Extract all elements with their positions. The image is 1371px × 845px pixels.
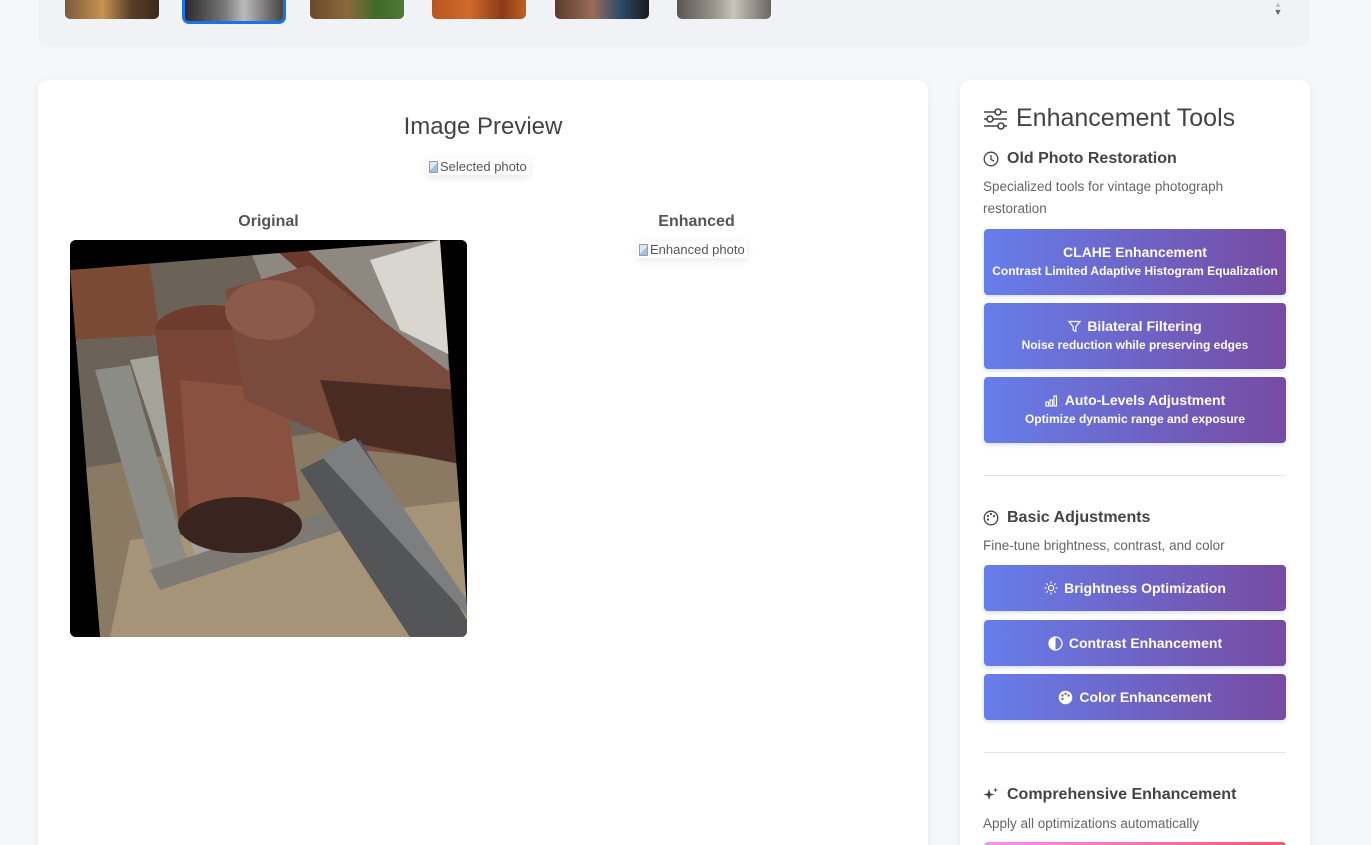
- thumbnail-4[interactable]: [432, 0, 526, 19]
- broken-image-icon: [429, 160, 438, 173]
- funnel-icon: [1068, 320, 1082, 333]
- contrast-label: Contrast Enhancement: [1068, 635, 1223, 651]
- bilateral-sub: Noise reduction while preserving edges: [1021, 338, 1249, 352]
- bar-chart-icon: [1045, 394, 1059, 407]
- section-restoration-description: Specialized tools for vintage photograph…: [983, 179, 1224, 216]
- thumbnail-strip: ▴ ▼: [38, 0, 1309, 47]
- section-comprehensive-heading: Comprehensive Enhancement: [983, 786, 1236, 804]
- section-basic-description: Fine-tune brightness, contrast, and colo…: [983, 538, 1225, 553]
- contrast-icon: [1048, 635, 1063, 651]
- thumbnail-2-selected[interactable]: [182, 0, 286, 24]
- section-basic-title: Basic Adjustments: [1007, 509, 1151, 526]
- clahe-label: CLAHE Enhancement: [1063, 244, 1207, 260]
- enhancement-tools-panel: Enhancement Tools Old Photo Restoration …: [960, 80, 1310, 845]
- section-basic-heading: Basic Adjustments: [983, 509, 1150, 527]
- enhanced-photo: Enhanced photo: [637, 241, 747, 258]
- clahe-enhancement-button[interactable]: CLAHE Enhancement Contrast Limited Adapt…: [984, 229, 1286, 295]
- section-comprehensive-title: Comprehensive Enhancement: [1007, 786, 1237, 803]
- original-photo: [70, 240, 467, 637]
- thumbnail-1[interactable]: [65, 0, 159, 19]
- section-comprehensive-description: Apply all optimizations automatically: [983, 816, 1200, 831]
- selected-photo-alt: Selected photo: [440, 159, 527, 174]
- thumbnail-3[interactable]: [310, 0, 404, 19]
- enhanced-photo-alt: Enhanced photo: [650, 242, 745, 257]
- sun-icon: [1044, 581, 1058, 595]
- bilateral-filtering-button[interactable]: Bilateral Filtering Noise reduction whil…: [984, 303, 1286, 369]
- tools-title-text: Enhancement Tools: [1016, 104, 1236, 132]
- palette-fill-icon: [1058, 690, 1073, 705]
- thumbnail-6[interactable]: [677, 0, 771, 19]
- auto-levels-label: Auto-Levels Adjustment: [1064, 392, 1226, 408]
- broken-image-icon: [639, 243, 648, 256]
- thumbnail-5[interactable]: [555, 0, 649, 19]
- section-restoration-heading: Old Photo Restoration: [983, 150, 1177, 168]
- color-label: Color Enhancement: [1079, 689, 1212, 705]
- section-restoration-title: Old Photo Restoration: [1007, 150, 1177, 167]
- brightness-optimization-button[interactable]: Brightness Optimization: [984, 565, 1286, 611]
- original-label: Original: [238, 213, 299, 230]
- tools-title: Enhancement Tools: [983, 104, 1235, 133]
- divider: [984, 752, 1286, 753]
- sparkles-icon: [983, 787, 999, 803]
- contrast-enhancement-button[interactable]: Contrast Enhancement: [984, 620, 1286, 666]
- sliders-icon: [983, 107, 1008, 130]
- scroll-arrows[interactable]: ▴ ▼: [1272, 0, 1284, 20]
- enhanced-label: Enhanced: [658, 213, 735, 230]
- divider: [984, 475, 1286, 476]
- palette-icon: [983, 510, 999, 526]
- preview-card: Image Preview Selected photo Original En…: [38, 80, 928, 845]
- auto-levels-button[interactable]: Auto-Levels Adjustment Optimize dynamic …: [984, 377, 1286, 443]
- clock-history-icon: [983, 151, 999, 167]
- preview-title: Image Preview: [403, 113, 563, 140]
- selected-photo: Selected photo: [427, 158, 529, 175]
- clahe-sub: Contrast Limited Adaptive Histogram Equa…: [992, 264, 1278, 278]
- bilateral-label: Bilateral Filtering: [1087, 318, 1202, 334]
- chevron-down-icon[interactable]: ▼: [1272, 8, 1284, 17]
- brightness-label: Brightness Optimization: [1064, 580, 1226, 596]
- auto-levels-sub: Optimize dynamic range and exposure: [1024, 412, 1246, 426]
- color-enhancement-button[interactable]: Color Enhancement: [984, 674, 1286, 720]
